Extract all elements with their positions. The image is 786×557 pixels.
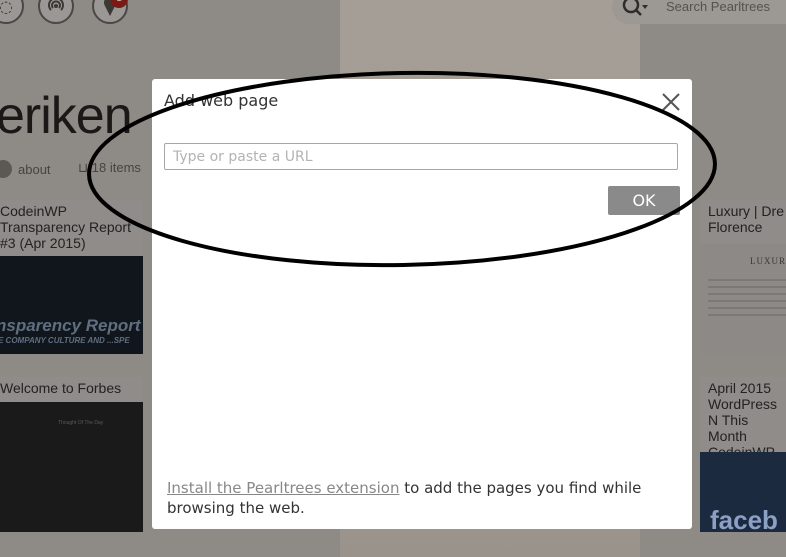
search-icon[interactable]	[622, 0, 648, 23]
items-icon: ⊔	[78, 160, 89, 175]
dialog-title: Add web page	[164, 91, 279, 110]
about-link[interactable]: about	[0, 158, 51, 180]
card-thumbnail-text: Thought Of The Day	[58, 420, 104, 426]
pearl-card[interactable]: CodeinWP Transparency Report #3 (Apr 201…	[0, 200, 143, 354]
items-label: 18 items	[91, 160, 141, 175]
extension-hint: Install the Pearltrees extension to add …	[167, 478, 667, 518]
card-banner-subtext: E COMPANY CULTURE AND ...SPE	[0, 336, 130, 345]
card-title: Luxury | Dre Florence	[708, 203, 784, 235]
card-title: CodeinWP Transparency Report #3 (Apr 201…	[0, 203, 131, 251]
card-thumbnail: Thought Of The Day	[0, 402, 143, 532]
card-thumbnail: LUXUR	[700, 244, 786, 354]
page-title: eriken	[0, 87, 133, 145]
card-thumbnail: nsparency Report #3 E COMPANY CULTURE AN…	[0, 256, 143, 354]
card-thumbnail: faceb	[700, 452, 786, 532]
document-lines	[708, 274, 786, 321]
about-label[interactable]: about	[18, 162, 51, 177]
url-input[interactable]	[164, 143, 678, 170]
search-placeholder[interactable]: Search Pearltrees	[666, 0, 770, 14]
card-title: Welcome to Forbes	[0, 380, 122, 396]
install-extension-link[interactable]: Install the Pearltrees extension	[167, 479, 399, 497]
close-icon[interactable]	[660, 91, 682, 113]
add-web-page-dialog: Add web page OK Install the Pearltrees e…	[152, 79, 692, 529]
card-title: April 2015 WordPress N This Month Codein…	[708, 380, 777, 460]
pearl-card[interactable]: Luxury | Dre Florence LUXUR	[700, 200, 786, 354]
partial-icon[interactable]: ◌	[0, 0, 24, 24]
card-banner-text: nsparency Report #3	[0, 316, 143, 335]
card-thumbnail-word: LUXUR	[750, 256, 786, 266]
ok-button[interactable]: OK	[608, 186, 680, 215]
pearl-card[interactable]: Welcome to Forbes Thought Of The Day	[0, 377, 143, 532]
podcast-glyph	[48, 0, 64, 11]
avatar-icon	[0, 160, 12, 178]
card-thumbnail-word: faceb	[710, 505, 778, 532]
items-count: ⊔ 18 items	[78, 160, 141, 176]
podcast-icon[interactable]	[38, 0, 74, 24]
pearl-card[interactable]: April 2015 WordPress N This Month Codein…	[700, 377, 786, 532]
